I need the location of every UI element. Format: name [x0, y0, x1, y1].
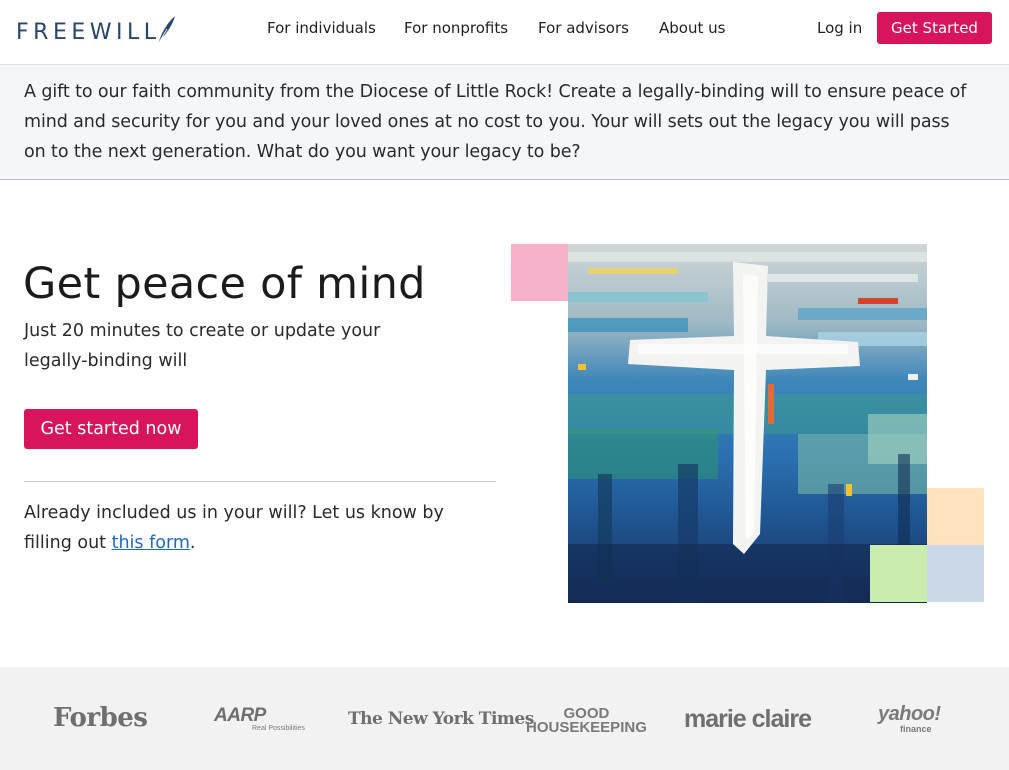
- banner-text: A gift to our faith community from the D…: [24, 82, 967, 162]
- quill-icon: [157, 16, 175, 45]
- decor-square-blue: [927, 545, 984, 602]
- gh-line-2: HOUSEKEEPING: [526, 719, 647, 736]
- decor-square-peach: [927, 488, 984, 545]
- nav-about-us[interactable]: About us: [659, 18, 725, 38]
- forbes-logo: Forbes: [53, 703, 148, 733]
- hero-subtitle: Just 20 minutes to create or update your…: [24, 321, 381, 371]
- yahoo-finance-sub: finance: [900, 724, 932, 734]
- hero-title: Get peace of mind: [23, 259, 426, 309]
- nav-for-individuals[interactable]: For individuals: [267, 18, 376, 38]
- decor-square-pink: [511, 244, 568, 301]
- marie-claire-logo: marie claire: [684, 705, 812, 733]
- aarp-tagline: Real Possibilities: [252, 725, 305, 732]
- already-included-end: .: [189, 533, 196, 553]
- site-header: FREEWILL For individuals For nonprofits …: [0, 0, 1009, 65]
- good-housekeeping-logo: GOOD HOUSEKEEPING: [526, 706, 647, 736]
- this-form-link[interactable]: this form: [112, 533, 190, 553]
- already-included-copy: Already included us in your will? Let us…: [24, 503, 444, 553]
- nav-for-advisors[interactable]: For advisors: [538, 18, 629, 38]
- decor-square-green: [870, 545, 927, 602]
- aarp-logo: AARP: [214, 705, 266, 726]
- diocese-banner: A gift to our faith community from the D…: [0, 65, 1009, 180]
- yahoo-finance-logo: yahoo!: [878, 703, 941, 725]
- get-started-button[interactable]: Get Started: [877, 12, 992, 44]
- nav-for-nonprofits[interactable]: For nonprofits: [404, 18, 508, 38]
- freewill-logo[interactable]: FREEWILL: [16, 13, 177, 45]
- logo-wordmark: FREEWILL: [16, 20, 161, 45]
- login-link[interactable]: Log in: [817, 18, 862, 38]
- nyt-logo: The New York Times: [348, 709, 534, 729]
- already-included-text: Already included us in your will? Let us…: [24, 498, 484, 558]
- hero-divider: [24, 481, 496, 482]
- get-started-now-button[interactable]: Get started now: [24, 409, 198, 449]
- press-logos: Forbes AARP Real Possibilities The New Y…: [0, 667, 1009, 770]
